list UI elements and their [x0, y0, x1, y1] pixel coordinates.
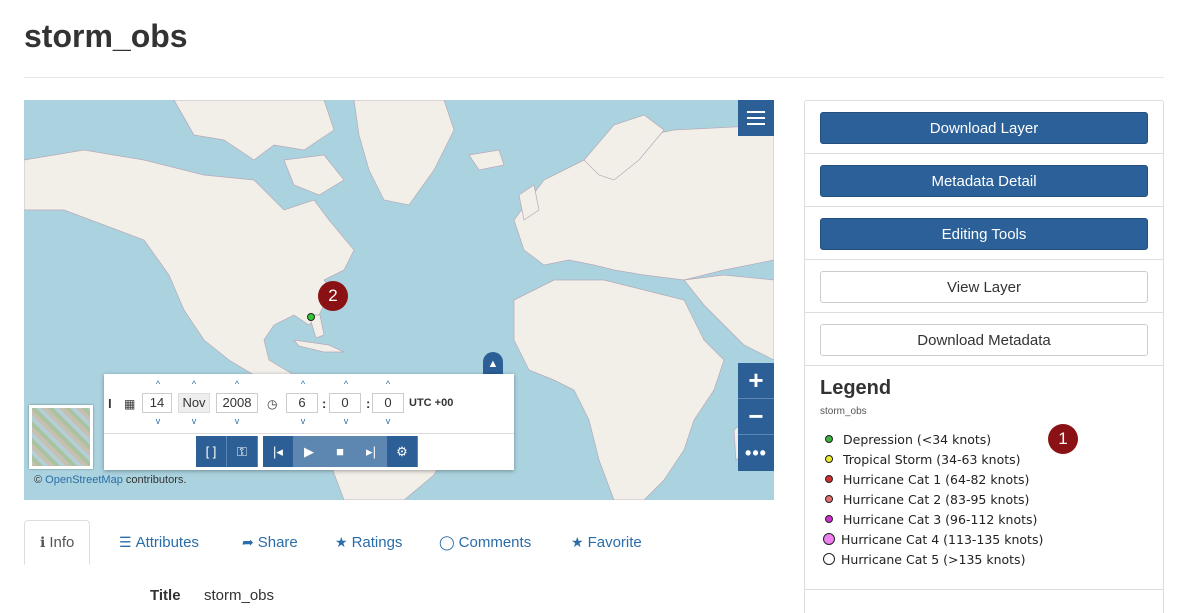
- storm-observation-point[interactable]: [307, 313, 315, 321]
- day-down-caret[interactable]: v: [151, 416, 165, 426]
- stop-icon: ■: [336, 444, 344, 459]
- legend-list: Depression (<34 knots) Tropical Storm (3…: [823, 429, 1043, 569]
- view-layer-button[interactable]: View Layer: [820, 271, 1148, 303]
- minute-up-caret[interactable]: ^: [339, 379, 353, 389]
- second-up-caret[interactable]: ^: [381, 379, 395, 389]
- layer-tabs: ℹ Info ☰ Attributes ➦ Share ★ Ratings ◯ Comme…: [24, 520, 774, 565]
- chevron-up-icon: ▲: [487, 358, 499, 370]
- skip-forward-icon: ▸|: [366, 443, 376, 459]
- calendar-icon: ▦: [124, 397, 136, 411]
- legend-item: Hurricane Cat 1 (64-82 knots): [825, 469, 1043, 489]
- legend-item: Tropical Storm (34-63 knots): [825, 449, 1043, 469]
- month-down-caret[interactable]: v: [187, 416, 201, 426]
- tab-comments[interactable]: ◯ Comments: [439, 520, 531, 565]
- layer-sidebar: Download Layer Metadata Detail Editing T…: [804, 100, 1164, 613]
- play-icon: ▶: [304, 443, 314, 459]
- legend-swatch: [825, 515, 833, 523]
- hour-up-caret[interactable]: ^: [296, 379, 310, 389]
- tab-favorite[interactable]: ★ Favorite: [571, 520, 642, 565]
- map-menu-button[interactable]: [738, 100, 774, 136]
- tab-share[interactable]: ➦ Share: [242, 520, 298, 565]
- zoom-in-button[interactable]: +: [738, 363, 774, 399]
- gift-icon: ⚿: [237, 443, 247, 459]
- star-icon: ★: [335, 534, 348, 550]
- gear-icon: ⚙: [396, 443, 408, 459]
- settings-button[interactable]: ⚙: [387, 436, 418, 467]
- download-layer-button[interactable]: Download Layer: [820, 112, 1148, 144]
- legend-swatch: [823, 533, 835, 545]
- second-down-caret[interactable]: v: [381, 416, 395, 426]
- range-toggle-button[interactable]: [ ]: [196, 436, 227, 467]
- year-field[interactable]: 2008: [216, 393, 258, 413]
- animation-settings-button[interactable]: ⚿: [227, 436, 258, 467]
- annotation-badge: 1: [1048, 424, 1078, 454]
- zoom-controls: + − •••: [738, 363, 774, 471]
- star-icon: ★: [571, 534, 584, 550]
- legend-item: Depression (<34 knots): [825, 429, 1043, 449]
- legend-swatch: [825, 455, 833, 463]
- tab-ratings[interactable]: ★ Ratings: [335, 520, 402, 565]
- map-attribution: © OpenStreetMap contributors.: [34, 474, 187, 486]
- hour-field[interactable]: 6: [286, 393, 318, 413]
- legend-swatch: [825, 435, 833, 443]
- time-slider-panel: 𝐈 ▦ ^ 14 v ^ Nov v ^ 2008 v ◷ ^ 6 v : ^ …: [104, 374, 514, 470]
- more-tools-button[interactable]: •••: [738, 435, 774, 471]
- month-up-caret[interactable]: ^: [187, 379, 201, 389]
- tab-attributes[interactable]: ☰ Attributes: [119, 520, 199, 565]
- step-back-button[interactable]: |◂: [263, 436, 294, 467]
- legend-swatch: [825, 475, 833, 483]
- legend-swatch: [825, 495, 833, 503]
- download-metadata-button[interactable]: Download Metadata: [820, 324, 1148, 356]
- timezone-label: UTC +00: [409, 397, 454, 409]
- metadata-detail-button[interactable]: Metadata Detail: [820, 165, 1148, 197]
- time-panel-toggle[interactable]: ▲: [483, 352, 503, 376]
- day-up-caret[interactable]: ^: [151, 379, 165, 389]
- legend-item: Hurricane Cat 3 (96-112 knots): [825, 509, 1043, 529]
- minute-down-caret[interactable]: v: [339, 416, 353, 426]
- second-field[interactable]: 0: [372, 393, 404, 413]
- map-viewer[interactable]: 2 ▲ + − ••• © OpenStreetMap contributors…: [24, 100, 774, 500]
- skip-back-icon: |◂: [273, 443, 283, 459]
- info-circle-icon: ℹ: [40, 534, 46, 550]
- year-down-caret[interactable]: v: [230, 416, 244, 426]
- legend-title: Legend: [820, 377, 892, 399]
- step-forward-button[interactable]: ▸|: [356, 436, 387, 467]
- minute-field[interactable]: 0: [329, 393, 361, 413]
- legend-item: Hurricane Cat 4 (113-135 knots): [823, 529, 1043, 549]
- clock-icon: ◷: [267, 397, 278, 411]
- bracket-icon: [ ]: [205, 444, 217, 459]
- month-field[interactable]: Nov: [178, 393, 210, 413]
- comment-icon: ◯: [439, 534, 455, 550]
- editing-tools-button[interactable]: Editing Tools: [820, 218, 1148, 250]
- info-title-value: storm_obs: [204, 587, 275, 604]
- basemap-switcher[interactable]: [29, 405, 93, 469]
- hour-down-caret[interactable]: v: [296, 416, 310, 426]
- legend-layer-name: storm_obs: [820, 406, 867, 417]
- text-cursor-icon: 𝐈: [108, 397, 112, 411]
- stop-button[interactable]: ■: [325, 436, 356, 467]
- legend-item: Hurricane Cat 5 (>135 knots): [823, 549, 1043, 569]
- title-divider: [24, 77, 1164, 78]
- tab-info[interactable]: ℹ Info: [24, 520, 91, 565]
- page-title: storm_obs: [24, 18, 188, 54]
- annotation-badge: 2: [318, 281, 348, 311]
- zoom-out-button[interactable]: −: [738, 399, 774, 435]
- share-icon: ➦: [242, 534, 254, 550]
- legend-swatch: [823, 553, 835, 565]
- legend-item: Hurricane Cat 2 (83-95 knots): [825, 489, 1043, 509]
- play-button[interactable]: ▶: [294, 436, 325, 467]
- day-field[interactable]: 14: [142, 393, 172, 413]
- openstreetmap-link[interactable]: OpenStreetMap: [45, 474, 123, 486]
- info-title-label: Title: [150, 587, 181, 604]
- year-up-caret[interactable]: ^: [230, 379, 244, 389]
- list-icon: ☰: [119, 534, 132, 550]
